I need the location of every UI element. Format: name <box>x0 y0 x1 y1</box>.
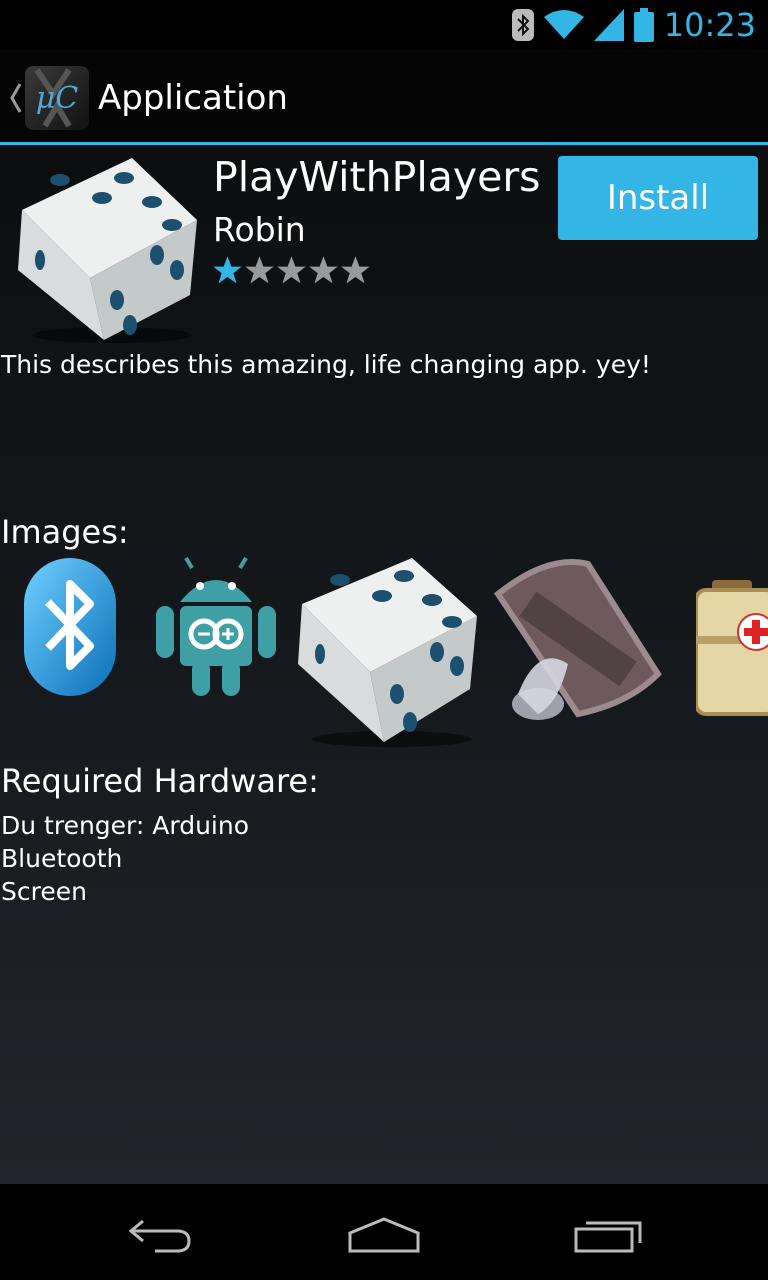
app-logo-text: μC <box>35 80 79 116</box>
install-button[interactable]: Install <box>558 156 758 240</box>
app-name: PlayWithPlayers <box>213 153 541 201</box>
wifi-icon <box>543 10 584 39</box>
bluetooth-icon <box>511 9 534 41</box>
star-rating <box>212 255 371 286</box>
app-description: This describes this amazing, life changi… <box>1 350 651 379</box>
android-arduino-icon[interactable] <box>152 554 280 700</box>
status-time: 10:23 <box>663 6 756 44</box>
app-author[interactable]: Robin <box>213 210 306 249</box>
home-button[interactable] <box>329 1200 439 1270</box>
star-icon-empty <box>277 256 306 284</box>
bluetooth-icon[interactable] <box>20 554 120 700</box>
star-icon-empty <box>245 256 274 284</box>
status-bar: 10:23 <box>0 0 768 50</box>
recent-apps-button[interactable] <box>555 1200 665 1270</box>
hardware-heading: Required Hardware: <box>1 762 319 800</box>
images-heading: Images: <box>1 513 129 551</box>
recent-apps-icon <box>574 1221 642 1253</box>
hardware-item: Du trenger: Arduino <box>1 811 249 840</box>
up-caret-icon[interactable] <box>6 78 24 118</box>
app-logo[interactable]: μC <box>25 66 89 130</box>
status-icons: 10:23 <box>511 0 756 50</box>
battery-icon <box>633 8 654 42</box>
first-aid-kit-icon[interactable] <box>696 580 768 720</box>
hardware-item: Screen <box>1 877 87 906</box>
star-icon-empty <box>341 256 370 284</box>
image-gallery[interactable] <box>0 550 768 750</box>
signal-icon <box>593 9 624 41</box>
dice-icon[interactable] <box>292 554 482 749</box>
page-title: Application <box>98 78 288 118</box>
back-button[interactable] <box>105 1200 215 1270</box>
hardware-list: Du trenger: Arduino Bluetooth Screen <box>1 809 249 908</box>
app-icon-dice <box>18 158 197 343</box>
film-speaker-icon[interactable] <box>488 554 668 734</box>
home-icon <box>348 1217 420 1253</box>
back-icon <box>128 1219 191 1253</box>
star-icon-empty <box>309 256 338 284</box>
star-icon-filled <box>213 256 242 284</box>
hardware-item: Bluetooth <box>1 844 123 873</box>
